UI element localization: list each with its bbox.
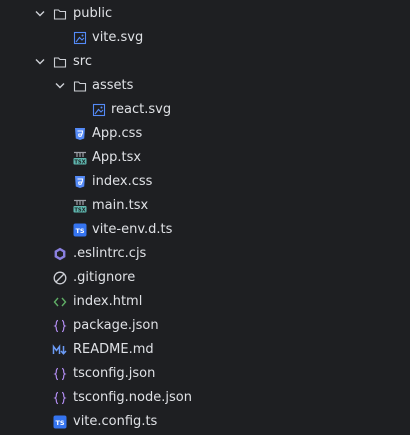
json-file-icon (53, 391, 67, 405)
ts-file-icon: TS (53, 415, 67, 429)
tree-item-label: vite.config.ts (73, 414, 158, 429)
css-file-icon (75, 128, 85, 140)
chevron-down-icon[interactable] (34, 9, 46, 19)
markdown-icon (52, 344, 67, 355)
json-file-icon (53, 319, 67, 333)
html-file-icon (53, 297, 67, 307)
css-file-icon (75, 176, 85, 188)
tree-file-tsconfig-json[interactable]: tsconfig.json (0, 362, 410, 386)
svg-text:TS: TS (75, 227, 84, 235)
tree-file-vite-env-d-ts[interactable]: TS vite-env.d.ts (0, 218, 410, 242)
tree-file-eslintrc-cjs[interactable]: .eslintrc.cjs (0, 242, 410, 266)
tree-item-label: tsconfig.json (73, 366, 156, 381)
project-file-tree: public vite.svg src assets react.svg App… (0, 2, 410, 434)
tree-item-label: src (73, 54, 92, 69)
eslint-icon (54, 247, 66, 261)
tree-folder-public[interactable]: public (0, 2, 410, 26)
json-file-icon (53, 367, 67, 381)
svg-image-icon (92, 103, 106, 117)
tree-file-package-json[interactable]: package.json (0, 314, 410, 338)
tree-file-react-svg[interactable]: react.svg (0, 98, 410, 122)
tree-item-label: vite.svg (92, 30, 144, 45)
tree-item-label: vite-env.d.ts (92, 222, 173, 237)
tree-file-app-tsx[interactable]: TSX App.tsx (0, 146, 410, 170)
tree-item-label: assets (92, 78, 134, 93)
ts-file-icon: TS (73, 223, 87, 237)
tree-item-label: .gitignore (73, 270, 136, 285)
tree-file-main-tsx[interactable]: TSX main.tsx (0, 194, 410, 218)
tsx-file-icon: TSX (73, 151, 87, 165)
folder-icon (73, 81, 87, 92)
svg-text:TSX: TSX (74, 207, 85, 213)
tsx-file-icon: TSX (73, 199, 87, 213)
svg-text:TSX: TSX (74, 159, 85, 165)
chevron-down-icon[interactable] (34, 57, 46, 67)
tree-item-label: .eslintrc.cjs (73, 246, 147, 261)
tree-folder-src[interactable]: src (0, 50, 410, 74)
folder-icon (53, 9, 67, 20)
tree-file-index-html[interactable]: index.html (0, 290, 410, 314)
tree-file-app-css[interactable]: App.css (0, 122, 410, 146)
tree-item-label: index.html (73, 294, 143, 309)
tree-item-label: package.json (73, 318, 159, 333)
svg-text:TS: TS (55, 419, 64, 427)
tree-file-vite-svg[interactable]: vite.svg (0, 26, 410, 50)
chevron-down-icon[interactable] (54, 81, 66, 91)
ignore-icon (53, 271, 67, 285)
tree-item-label: main.tsx (92, 198, 149, 213)
tree-item-label: react.svg (111, 102, 172, 117)
tree-item-label: public (73, 6, 113, 21)
svg-image-icon (73, 31, 87, 45)
tree-item-label: App.tsx (92, 150, 142, 165)
tree-item-label: App.css (92, 126, 143, 141)
tree-item-label: README.md (73, 342, 154, 357)
tree-file-index-css[interactable]: index.css (0, 170, 410, 194)
tree-file-gitignore[interactable]: .gitignore (0, 266, 410, 290)
tree-file-tsconfig-node-json[interactable]: tsconfig.node.json (0, 386, 410, 410)
tree-folder-assets[interactable]: assets (0, 74, 410, 98)
tree-item-label: index.css (92, 174, 153, 189)
tree-item-label: tsconfig.node.json (73, 390, 192, 405)
tree-file-vite-config-ts[interactable]: TS vite.config.ts (0, 410, 410, 434)
tree-file-readme-md[interactable]: README.md (0, 338, 410, 362)
folder-icon (53, 57, 67, 68)
